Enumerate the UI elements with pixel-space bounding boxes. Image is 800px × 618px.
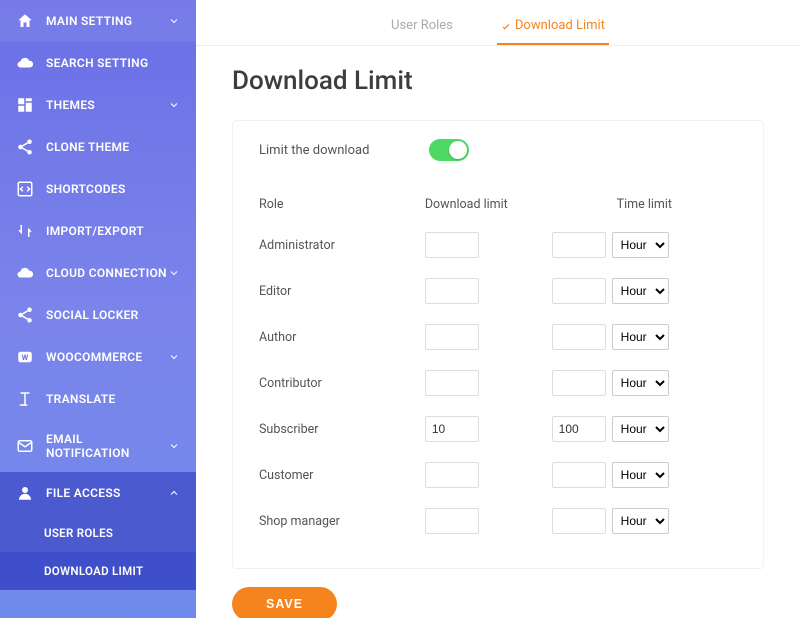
sidebar-item-woocommerce[interactable]: W WOOCOMMERCE bbox=[0, 336, 196, 378]
table-header: Role Download limit Time limit bbox=[259, 187, 737, 222]
time-limit-input[interactable] bbox=[552, 508, 606, 534]
transfer-icon bbox=[16, 222, 34, 240]
role-row: Shop manager Hour bbox=[259, 498, 737, 544]
download-limit-input[interactable] bbox=[425, 232, 479, 258]
role-name: Author bbox=[259, 330, 425, 345]
mail-icon bbox=[16, 437, 34, 455]
time-unit-select[interactable]: Hour bbox=[612, 232, 669, 258]
time-unit-select[interactable]: Hour bbox=[612, 462, 669, 488]
time-limit-input[interactable] bbox=[552, 370, 606, 396]
role-row: Editor Hour bbox=[259, 268, 737, 314]
sidebar-item-label: FILE ACCESS bbox=[46, 486, 168, 500]
sidebar-item-label: WOOCOMMERCE bbox=[46, 350, 168, 364]
role-name: Subscriber bbox=[259, 422, 425, 437]
time-limit-input[interactable] bbox=[552, 232, 606, 258]
sidebar-item-social-locker[interactable]: SOCIAL LOCKER bbox=[0, 294, 196, 336]
content: Download Limit Limit the download Role D… bbox=[196, 46, 800, 618]
download-limit-input[interactable] bbox=[425, 324, 479, 350]
role-name: Administrator bbox=[259, 238, 425, 253]
download-limit-input[interactable] bbox=[425, 462, 479, 488]
cloud-icon bbox=[16, 264, 34, 282]
sidebar-item-email-notification[interactable]: EMAIL NOTIFICATION bbox=[0, 420, 196, 472]
download-limit-input[interactable] bbox=[425, 278, 479, 304]
svg-text:W: W bbox=[22, 353, 29, 362]
sidebar-item-cloud-connection[interactable]: CLOUD CONNECTION bbox=[0, 252, 196, 294]
sidebar: MAIN SETTING SEARCH SETTING THEMES CLONE TH… bbox=[0, 0, 196, 618]
time-unit-select[interactable]: Hour bbox=[612, 416, 669, 442]
limit-toggle[interactable] bbox=[429, 139, 469, 161]
time-limit-input[interactable] bbox=[552, 278, 606, 304]
time-unit-select[interactable]: Hour bbox=[612, 370, 669, 396]
chevron-up-icon bbox=[168, 487, 180, 499]
tab-label: Download Limit bbox=[515, 18, 605, 33]
chevron-down-icon bbox=[168, 99, 180, 111]
role-row: Subscriber Hour bbox=[259, 406, 737, 452]
time-limit-input[interactable] bbox=[552, 416, 606, 442]
role-row: Customer Hour bbox=[259, 452, 737, 498]
time-unit-select[interactable]: Hour bbox=[612, 324, 669, 350]
sidebar-item-main-setting[interactable]: MAIN SETTING bbox=[0, 0, 196, 42]
role-name: Editor bbox=[259, 284, 425, 299]
check-icon bbox=[501, 21, 511, 31]
sidebar-item-search-setting[interactable]: SEARCH SETTING bbox=[0, 42, 196, 84]
role-row: Author Hour bbox=[259, 314, 737, 360]
sidebar-item-translate[interactable]: TRANSLATE bbox=[0, 378, 196, 420]
sidebar-item-label: EMAIL NOTIFICATION bbox=[46, 432, 168, 460]
col-tl-header: Time limit bbox=[552, 197, 737, 212]
sidebar-item-label: CLOUD CONNECTION bbox=[46, 266, 168, 280]
col-dl-header: Download limit bbox=[425, 197, 552, 212]
role-name: Contributor bbox=[259, 376, 425, 391]
save-button[interactable]: SAVE bbox=[232, 587, 337, 618]
user-icon bbox=[16, 484, 34, 502]
settings-card: Limit the download Role Download limit T… bbox=[232, 120, 764, 569]
role-row: Contributor Hour bbox=[259, 360, 737, 406]
sidebar-item-label: SHORTCODES bbox=[46, 182, 180, 196]
sidebar-item-label: SOCIAL LOCKER bbox=[46, 308, 180, 322]
sidebar-item-file-access[interactable]: FILE ACCESS bbox=[0, 472, 196, 514]
col-role-header: Role bbox=[259, 197, 425, 212]
home-icon bbox=[16, 12, 34, 30]
role-name: Customer bbox=[259, 468, 425, 483]
page-title: Download Limit bbox=[232, 66, 764, 96]
sidebar-item-label: IMPORT/EXPORT bbox=[46, 224, 180, 238]
cloud-icon bbox=[16, 54, 34, 72]
layout-icon bbox=[16, 96, 34, 114]
main: User Roles Download Limit Download Limit … bbox=[196, 0, 800, 618]
sidebar-sub-download-limit[interactable]: DOWNLOAD LIMIT bbox=[0, 552, 196, 590]
chevron-down-icon bbox=[168, 15, 180, 27]
sidebar-item-shortcodes[interactable]: SHORTCODES bbox=[0, 168, 196, 210]
download-limit-input[interactable] bbox=[425, 508, 479, 534]
text-icon bbox=[16, 390, 34, 408]
time-limit-input[interactable] bbox=[552, 462, 606, 488]
sidebar-item-import-export[interactable]: IMPORT/EXPORT bbox=[0, 210, 196, 252]
share-icon bbox=[16, 306, 34, 324]
time-unit-select[interactable]: Hour bbox=[612, 508, 669, 534]
toggle-row: Limit the download bbox=[259, 139, 737, 161]
chevron-down-icon bbox=[168, 440, 180, 452]
share-icon bbox=[16, 138, 34, 156]
tab-user-roles[interactable]: User Roles bbox=[387, 10, 457, 45]
role-row: Administrator Hour bbox=[259, 222, 737, 268]
tab-label: User Roles bbox=[391, 18, 453, 33]
sidebar-item-label: THEMES bbox=[46, 98, 168, 112]
download-limit-input[interactable] bbox=[425, 416, 479, 442]
tab-download-limit[interactable]: Download Limit bbox=[497, 10, 609, 45]
woo-icon: W bbox=[16, 348, 34, 366]
tabs: User Roles Download Limit bbox=[196, 0, 800, 46]
sidebar-sub-user-roles[interactable]: USER ROLES bbox=[0, 514, 196, 552]
time-limit-input[interactable] bbox=[552, 324, 606, 350]
sidebar-item-label: CLONE THEME bbox=[46, 140, 180, 154]
sidebar-item-label: TRANSLATE bbox=[46, 392, 180, 406]
code-icon bbox=[16, 180, 34, 198]
sidebar-item-themes[interactable]: THEMES bbox=[0, 84, 196, 126]
sidebar-item-label: SEARCH SETTING bbox=[46, 56, 180, 70]
chevron-down-icon bbox=[168, 351, 180, 363]
sidebar-item-clone-theme[interactable]: CLONE THEME bbox=[0, 126, 196, 168]
time-unit-select[interactable]: Hour bbox=[612, 278, 669, 304]
download-limit-input[interactable] bbox=[425, 370, 479, 396]
sidebar-item-label: MAIN SETTING bbox=[46, 14, 168, 28]
chevron-down-icon bbox=[168, 267, 180, 279]
toggle-label: Limit the download bbox=[259, 143, 429, 158]
role-name: Shop manager bbox=[259, 514, 425, 529]
